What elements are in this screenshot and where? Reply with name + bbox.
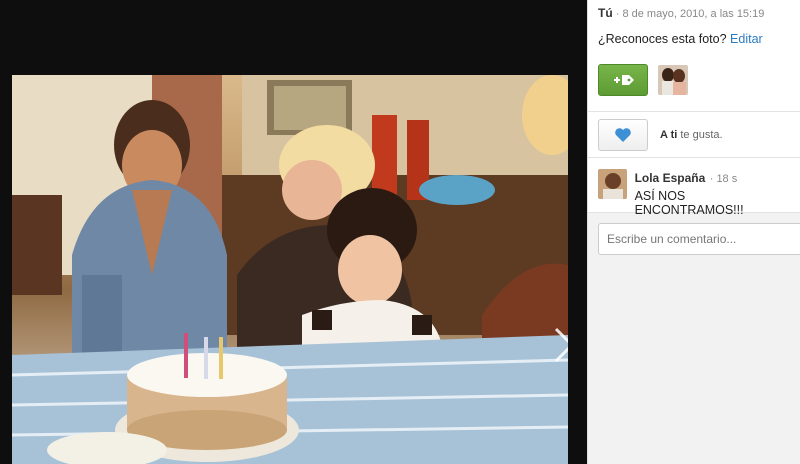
edit-link[interactable]: Editar xyxy=(730,32,763,46)
comment-time[interactable]: 18 s xyxy=(716,173,737,185)
likes-bar: A ti te gusta. xyxy=(588,112,800,158)
chevron-right-icon xyxy=(554,327,568,363)
likes-text: te gusta. xyxy=(680,128,723,141)
tagged-photo-image xyxy=(658,65,688,95)
photo-viewer xyxy=(0,0,587,464)
comment-author[interactable]: Lola España xyxy=(635,171,706,185)
post-meta: Tú · 8 de mayo, 2010, a las 15:19 xyxy=(598,6,790,20)
tag-button[interactable] xyxy=(598,64,648,96)
photo-image xyxy=(12,75,568,464)
post-header: Tú · 8 de mayo, 2010, a las 15:19 ¿Recon… xyxy=(588,0,800,112)
comment-input[interactable] xyxy=(598,223,800,255)
post-caption: ¿Reconoces esta foto? Editar xyxy=(598,32,790,46)
likes-who[interactable]: A ti xyxy=(660,129,677,141)
comment-item: Lola España · 18 s ASÍ NOS ENCONTRAMOS!!… xyxy=(588,158,800,217)
post-timestamp[interactable]: 8 de mayo, 2010, a las 15:19 xyxy=(622,8,764,20)
next-photo-button[interactable] xyxy=(548,325,568,365)
tagged-people-thumbnail[interactable] xyxy=(658,65,688,95)
side-panel: Tú · 8 de mayo, 2010, a las 15:19 ¿Recon… xyxy=(587,0,800,464)
comment-body: Lola España · 18 s ASÍ NOS ENCONTRAMOS!!… xyxy=(635,169,790,217)
likes-summary: A ti te gusta. xyxy=(660,129,723,141)
reply-area xyxy=(588,213,800,413)
avatar[interactable] xyxy=(598,169,627,199)
heart-icon xyxy=(615,127,631,142)
tag-add-icon xyxy=(614,75,634,85)
photo[interactable] xyxy=(12,75,568,464)
post-actions xyxy=(598,64,790,96)
post-author[interactable]: Tú xyxy=(598,6,613,20)
commenter-avatar-image xyxy=(598,169,627,199)
comment-text: ASÍ NOS ENCONTRAMOS!!! xyxy=(634,189,744,217)
like-button[interactable] xyxy=(598,118,648,151)
caption-text: ¿Reconoces esta foto? xyxy=(598,32,727,46)
